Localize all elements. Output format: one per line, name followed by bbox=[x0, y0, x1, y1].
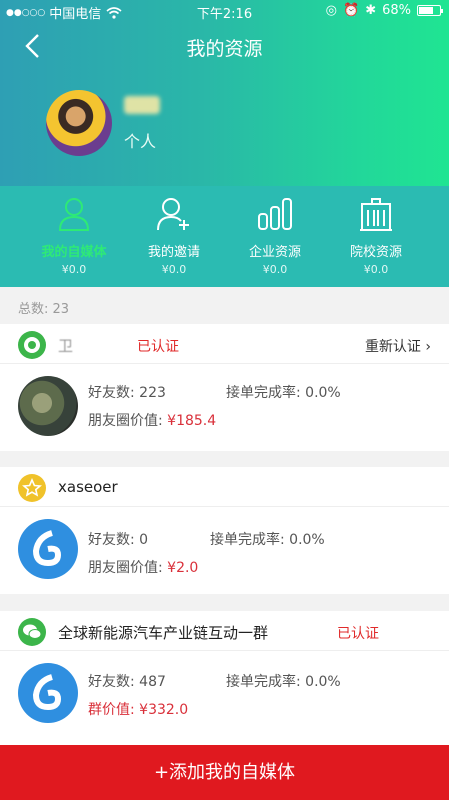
resource-card[interactable]: 全球新能源汽车产业链互动一群 已认证 好友数: 487 接单完成率: 0.0% … bbox=[0, 611, 449, 745]
status-right: ◎ ⏰ ✱ 68% bbox=[325, 3, 443, 18]
status-bar: ●●○○○ 中国电信 下午2:16 ◎ ⏰ ✱ 68% bbox=[0, 0, 449, 22]
tab-value: ¥0.0 bbox=[61, 263, 87, 276]
tab-value: ¥0.0 bbox=[161, 263, 187, 276]
resource-card-header: 卫 已认证 重新认证 › bbox=[0, 324, 449, 364]
star-icon bbox=[18, 474, 46, 502]
person-add-icon bbox=[157, 198, 189, 231]
verified-label: 已认证 bbox=[337, 626, 379, 642]
value-amount: ¥332.0 bbox=[139, 702, 189, 718]
profile-header: ●●○○○ 中国电信 下午2:16 ◎ ⏰ ✱ 68% 我的资源 个人 bbox=[0, 0, 449, 186]
friends-count: 好友数: 487 bbox=[88, 674, 166, 690]
completion-rate: 接单完成率: 0.0% bbox=[226, 385, 341, 401]
value-label: 朋友圈价值: bbox=[88, 413, 168, 429]
resource-avatar-logo bbox=[18, 519, 78, 579]
resource-card[interactable]: xaseoer 好友数: 0 接单完成率: 0.0% 朋友圈价值: ¥2.0 bbox=[0, 467, 449, 594]
resource-name: 卫 bbox=[58, 337, 74, 355]
resource-name: 全球新能源汽车产业链互动一群 bbox=[58, 624, 269, 642]
user-avatar[interactable] bbox=[46, 90, 112, 156]
battery-icon bbox=[417, 5, 443, 16]
resource-name: xaseoer bbox=[58, 478, 118, 496]
add-media-button[interactable]: +添加我的自媒体 bbox=[0, 745, 449, 800]
bluetooth-icon: ✱ bbox=[365, 3, 377, 18]
orientation-lock-icon: ◎ bbox=[325, 3, 337, 18]
camera-lens-icon bbox=[18, 331, 46, 359]
chevron-right-icon: › bbox=[425, 339, 431, 355]
value-label: 朋友圈价值: bbox=[88, 560, 168, 576]
reverify-button[interactable]: 重新认证 › bbox=[365, 336, 431, 356]
tab-label: 企业资源 bbox=[248, 245, 301, 260]
battery-percent: 68% bbox=[382, 3, 411, 18]
completion-rate: 接单完成率: 0.0% bbox=[226, 674, 341, 690]
tab-label: 院校资源 bbox=[349, 245, 402, 260]
wechat-icon bbox=[18, 618, 46, 646]
resource-avatar-logo bbox=[18, 663, 78, 723]
value-label: 群价值: bbox=[88, 702, 140, 718]
value-amount: ¥185.4 bbox=[167, 413, 217, 429]
bar-chart-icon bbox=[258, 198, 292, 230]
building-icon bbox=[360, 198, 392, 231]
tab-label: 我的自媒体 bbox=[41, 245, 107, 260]
value-amount: ¥2.0 bbox=[167, 560, 199, 576]
value-row: 朋友圈价值: ¥185.4 bbox=[88, 410, 216, 430]
tab-school-resources[interactable]: 院校资源 ¥0.0 bbox=[326, 186, 426, 287]
resource-card-header: 全球新能源汽车产业链互动一群 已认证 bbox=[0, 611, 449, 651]
tab-enterprise-resources[interactable]: 企业资源 ¥0.0 bbox=[225, 186, 325, 287]
friends-count: 好友数: 0 bbox=[88, 532, 149, 548]
verified-label: 已认证 bbox=[137, 339, 179, 355]
value-row: 群价值: ¥332.0 bbox=[88, 699, 188, 719]
person-icon bbox=[58, 198, 90, 231]
reverify-label: 重新认证 bbox=[364, 339, 421, 355]
friends-count: 好友数: 223 bbox=[88, 385, 166, 401]
value-row: 朋友圈价值: ¥2.0 bbox=[88, 557, 198, 577]
completion-rate: 接单完成率: 0.0% bbox=[210, 532, 325, 548]
user-type-label: 个人 bbox=[124, 132, 157, 151]
tab-label: 我的邀请 bbox=[147, 245, 200, 260]
username-blurred bbox=[124, 96, 160, 114]
total-count: 总数: 23 bbox=[18, 302, 70, 317]
alarm-icon: ⏰ bbox=[343, 3, 360, 18]
resource-avatar bbox=[18, 376, 78, 436]
resource-card[interactable]: 卫 已认证 重新认证 › 好友数: 223 接单完成率: 0.0% 朋友圈价值:… bbox=[0, 324, 449, 451]
tab-value: ¥0.0 bbox=[363, 263, 389, 276]
resource-tabs: 我的自媒体 ¥0.0 我的邀请 ¥0.0 企业资源 ¥0.0 院校资源 ¥0.0 bbox=[0, 186, 449, 287]
resource-card-header: xaseoer bbox=[0, 467, 449, 507]
tab-my-invites[interactable]: 我的邀请 ¥0.0 bbox=[124, 186, 224, 287]
tab-value: ¥0.0 bbox=[262, 263, 288, 276]
tab-my-media[interactable]: 我的自媒体 ¥0.0 bbox=[24, 186, 124, 287]
page-title: 我的资源 bbox=[186, 38, 263, 60]
